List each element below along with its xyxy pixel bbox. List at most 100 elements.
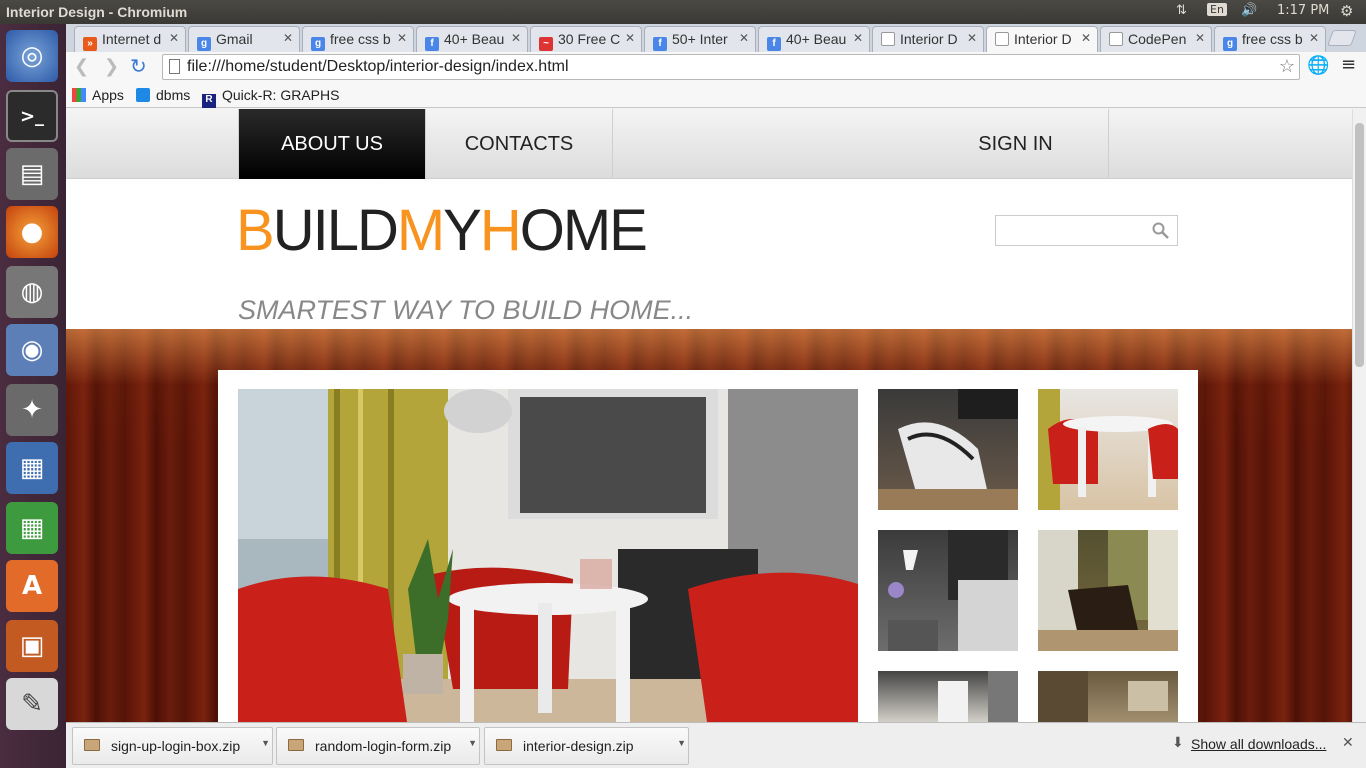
tab[interactable]: CodePen ✕ [1100,26,1212,52]
tab[interactable]: g Gmail ✕ [188,26,300,52]
address-bar[interactable]: file:///home/student/Desktop/interior-de… [162,54,1300,80]
text-editor-icon[interactable]: ✎ [6,678,58,730]
close-icon[interactable]: ✕ [1195,31,1205,45]
calc-icon[interactable]: ▦ [6,502,58,554]
google-icon: g [197,37,211,51]
tab-label: CodePen [1128,31,1187,47]
thumbnail-bedroom[interactable] [878,530,1018,651]
chevron-down-icon[interactable]: ▼ [261,738,270,748]
gear-icon[interactable]: ⚙ [1340,2,1353,20]
bookmark-star-icon[interactable]: ☆ [1279,56,1295,77]
thumbnail-bathroom[interactable] [878,671,1018,722]
tab-label: 40+ Beau [444,31,505,47]
chevron-down-icon[interactable]: ▼ [468,738,477,748]
close-icon[interactable]: ✕ [511,31,521,45]
close-icon[interactable]: ✕ [853,31,863,45]
logo-letter-h: H [479,198,522,263]
download-item[interactable]: sign-up-login-box.zip ▼ [72,727,273,765]
system-monitor-icon[interactable]: ◍ [6,266,58,318]
tab[interactable]: Interior D ✕ [872,26,984,52]
close-icon[interactable]: ✕ [739,31,749,45]
close-icon[interactable]: ✕ [625,31,635,45]
logo-letter-y: Y [443,198,482,263]
nav-contacts[interactable]: CONTACTS [426,109,613,179]
ubuntu-dash-icon[interactable]: ◎ [6,30,58,82]
page-icon [1109,32,1123,46]
hero-image[interactable] [238,389,858,722]
thumbnail-image [878,389,1018,510]
writer-icon[interactable]: ▦ [6,442,58,494]
chromium-icon[interactable]: ◉ [6,324,58,376]
show-all-downloads-link[interactable]: Show all downloads... [1191,736,1326,752]
network-icon[interactable]: ⇅ [1176,3,1187,18]
close-icon[interactable]: ✕ [1342,735,1354,751]
scrollbar-thumb[interactable] [1355,123,1364,367]
nav-sign-in[interactable]: SIGN IN [922,109,1109,179]
tab-active[interactable]: Interior D ✕ [986,26,1098,52]
search-icon[interactable] [1152,222,1169,239]
page-scrollbar[interactable] [1352,109,1366,722]
download-filename: sign-up-login-box.zip [111,738,241,754]
volume-icon[interactable]: 🔊 [1241,3,1257,18]
tab[interactable]: f 40+ Beau ✕ [758,26,870,52]
tab[interactable]: f 40+ Beau ✕ [416,26,528,52]
files-icon[interactable]: ▤ [6,148,58,200]
interior-living-room-image [238,389,858,722]
bookmark-dbms[interactable]: dbms [136,87,190,103]
address-bar-url: file:///home/student/Desktop/interior-de… [187,58,569,75]
menu-icon[interactable]: ≡ [1341,54,1356,75]
new-tab-button[interactable] [1327,30,1357,46]
bookmark-favicon-icon [136,88,150,102]
software-center-icon[interactable]: A [6,560,58,612]
close-icon[interactable]: ✕ [967,31,977,45]
nav-about-us[interactable]: ABOUT US [238,109,426,179]
tab-favicon-icon: f [767,37,781,51]
close-icon[interactable]: ✕ [283,31,293,45]
download-item[interactable]: random-login-form.zip ▼ [276,727,480,765]
tab[interactable]: » Internet d ✕ [74,26,186,52]
site-search-input[interactable] [995,215,1178,246]
tab-favicon-icon: f [653,37,667,51]
keyboard-layout-indicator[interactable]: En [1207,3,1227,16]
r-icon: R [202,94,216,108]
site-logo[interactable]: BUILDMYHOME [236,198,648,263]
thumbnail-white-chair[interactable] [878,389,1018,510]
thumbnail-image [1038,389,1178,510]
bookmark-apps[interactable]: Apps [72,87,124,103]
firefox-icon[interactable]: ● [6,206,58,258]
translate-icon[interactable]: 🌐 [1307,55,1329,76]
thumbnail-red-chair-table[interactable] [1038,389,1178,510]
forward-icon[interactable]: ❯ [104,56,119,77]
page-viewport: ABOUT US CONTACTS SIGN IN BUILDMYHOME SM… [66,109,1352,722]
close-icon[interactable]: ✕ [397,31,407,45]
terminal-icon[interactable]: >_ [6,90,58,142]
thumbnail-rocking-chair[interactable] [1038,530,1178,651]
tab[interactable]: g free css b ✕ [1214,26,1326,52]
download-arrow-icon: ⬇ [1172,735,1184,751]
tab-label: Gmail [216,31,253,47]
system-settings-icon[interactable]: ✦ [6,384,58,436]
thumbnail-interior[interactable] [1038,671,1178,722]
close-icon[interactable]: ✕ [1081,31,1091,45]
back-icon[interactable]: ❮ [74,56,89,77]
close-icon[interactable]: ✕ [1309,31,1319,45]
tab[interactable]: g free css b ✕ [302,26,414,52]
bookmark-quick-r[interactable]: R Quick-R: GRAPHS [202,87,339,108]
tab-label: free css b [330,31,391,47]
clock[interactable]: 1:17 PM [1277,3,1329,18]
logo-letter-m: M [396,198,445,263]
tab[interactable]: f 50+ Inter ✕ [644,26,756,52]
impress-icon[interactable]: ▣ [6,620,58,672]
reload-icon[interactable]: ↻ [130,54,147,78]
tab-label: Internet d [102,31,162,47]
download-item[interactable]: interior-design.zip ▼ [484,727,689,765]
close-icon[interactable]: ✕ [169,31,179,45]
logo-letter-b: B [236,198,275,263]
chevron-down-icon[interactable]: ▼ [677,738,686,748]
google-icon: g [1223,37,1237,51]
browser-toolbar: ❮ ❯ ↻ file:///home/student/Desktop/inter… [66,52,1366,84]
page-icon [881,32,895,46]
tab[interactable]: ~30 Free C ✕ [530,26,642,52]
thumbnail-image [1038,530,1178,651]
ubuntu-top-panel: Interior Design - Chromium ⇅ En 🔊 1:17 P… [0,0,1366,24]
